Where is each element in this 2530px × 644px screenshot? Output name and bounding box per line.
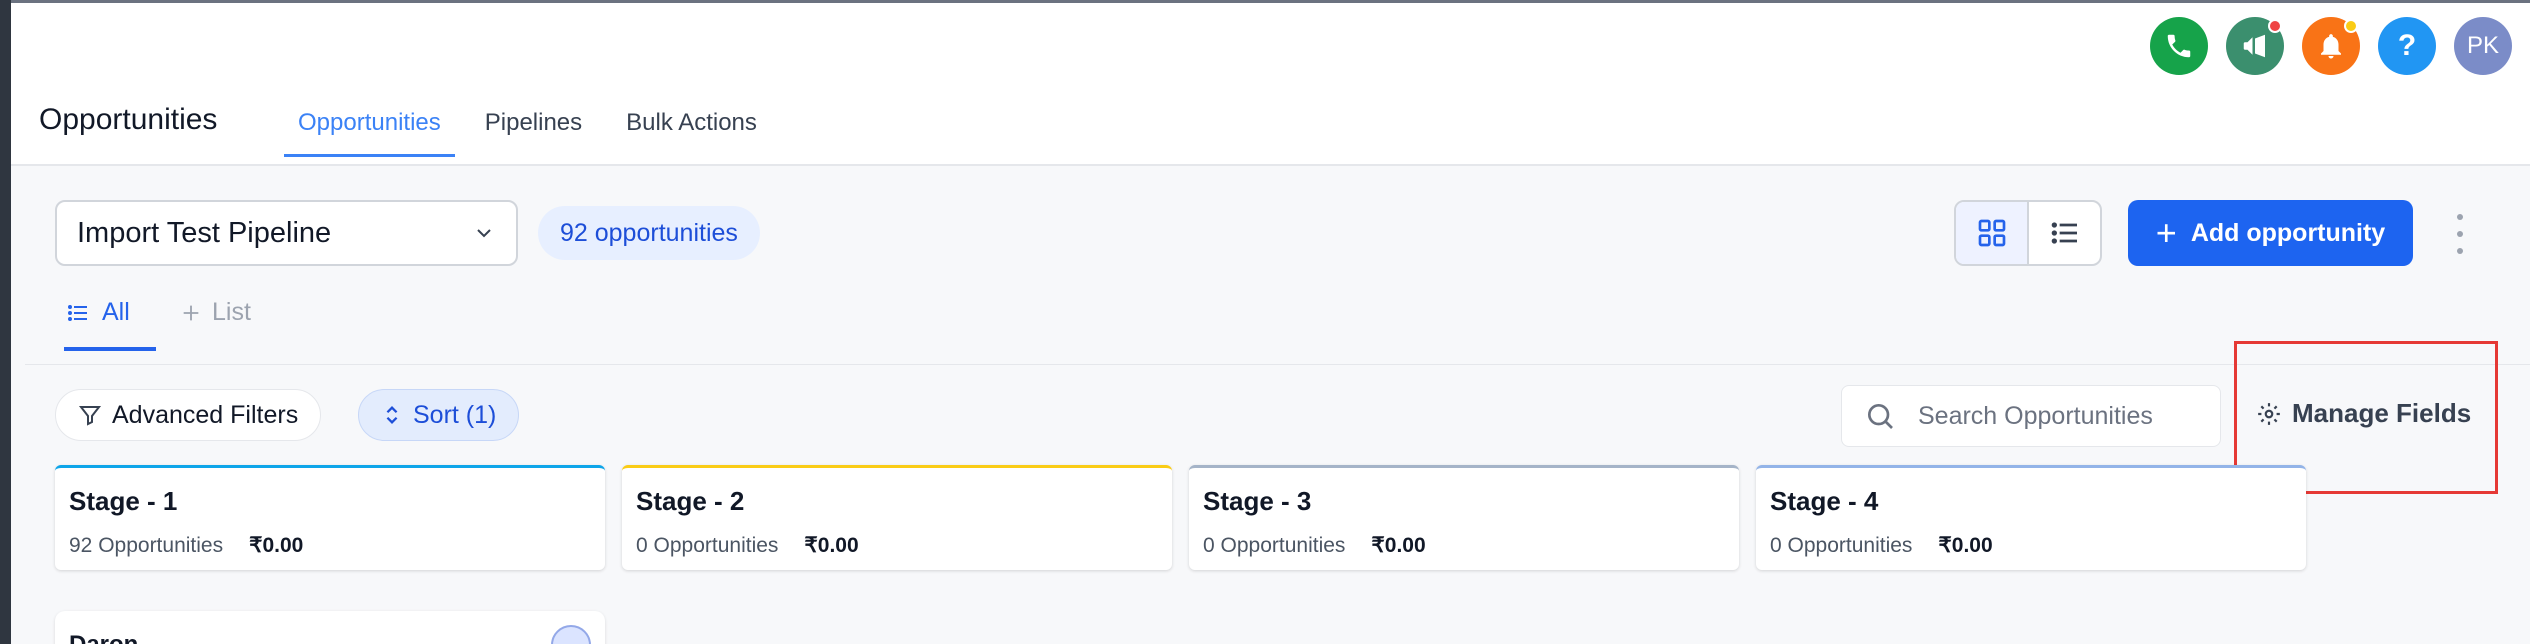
- top-right-icons: ? PK: [2150, 17, 2512, 75]
- stage-amount: ₹0.00: [1371, 534, 1426, 557]
- stage-column-header: Stage - 1 92 Opportunities ₹0.00: [55, 465, 605, 570]
- left-sidebar-rail: [0, 0, 11, 644]
- help-icon[interactable]: ?: [2378, 17, 2436, 75]
- stage-column-header: Stage - 2 0 Opportunities ₹0.00: [622, 465, 1172, 570]
- stage-count: 0 Opportunities: [1203, 533, 1346, 557]
- stage-name: Stage - 1: [69, 486, 178, 516]
- help-glyph: ?: [2397, 29, 2417, 62]
- view-subtabs: All List: [64, 290, 251, 351]
- stage-column-header: Stage - 4 0 Opportunities ₹0.00: [1756, 465, 2306, 570]
- sort-label: Sort (1): [413, 400, 497, 429]
- bell-icon[interactable]: [2302, 17, 2360, 75]
- opportunity-card[interactable]: Daron: [55, 611, 605, 644]
- subtab-all-label: All: [102, 298, 130, 326]
- opportunity-card-title: Daron: [69, 631, 591, 644]
- avatar-initials: PK: [2466, 32, 2499, 59]
- pipeline-select-value: Import Test Pipeline: [77, 216, 332, 249]
- notification-dot: [2268, 19, 2282, 33]
- nav-tabs: Opportunities Pipelines Bulk Actions: [284, 95, 787, 157]
- stage-amount: ₹0.00: [804, 534, 859, 557]
- avatar[interactable]: [551, 625, 591, 644]
- phone-icon[interactable]: [2150, 17, 2208, 75]
- stage-amount: ₹0.00: [1938, 534, 1993, 557]
- filter-icon: [78, 406, 102, 426]
- stage-count: 0 Opportunities: [1770, 533, 1913, 557]
- avatar[interactable]: PK: [2454, 17, 2512, 75]
- notification-dot: [2344, 19, 2358, 33]
- search-box: [1841, 385, 2221, 447]
- stage-count: 92 Opportunities: [69, 533, 224, 557]
- add-opportunity-button[interactable]: + Add opportunity: [2128, 200, 2413, 266]
- divider: [25, 364, 2530, 365]
- subtab-list-label: List: [212, 298, 251, 326]
- page-header: ? PK Opportunities Opportunities Pipelin…: [11, 3, 2530, 166]
- more-options-icon[interactable]: [2448, 214, 2472, 254]
- list-icon: [68, 304, 87, 321]
- stage-name: Stage - 2: [636, 486, 745, 516]
- subtab-all[interactable]: All: [64, 290, 156, 351]
- advanced-filters-label: Advanced Filters: [112, 400, 299, 429]
- list-view-button[interactable]: [2029, 202, 2100, 264]
- sort-button[interactable]: Sort (1): [358, 389, 520, 441]
- stage-column-header: Stage - 3 0 Opportunities ₹0.00: [1189, 465, 1739, 570]
- tab-opportunities[interactable]: Opportunities: [284, 95, 455, 157]
- megaphone-icon[interactable]: [2226, 17, 2284, 75]
- chevron-down-icon: [477, 229, 491, 238]
- stage-name: Stage - 4: [1770, 486, 1879, 516]
- stage-name: Stage - 3: [1203, 486, 1312, 516]
- search-icon: [1868, 404, 1893, 429]
- list-icon: [2051, 222, 2077, 244]
- opportunity-count-badge: 92 opportunities: [538, 206, 760, 260]
- sort-icon: [386, 406, 398, 424]
- board-view-button[interactable]: [1956, 202, 2029, 264]
- subtab-add-list[interactable]: List: [156, 290, 251, 351]
- plus-icon: [183, 305, 199, 320]
- pipeline-select[interactable]: Import Test Pipeline: [55, 200, 518, 266]
- page-title: Opportunities: [39, 103, 218, 136]
- tab-pipelines[interactable]: Pipelines: [471, 95, 596, 157]
- view-toggle: [1954, 200, 2102, 266]
- plus-icon: +: [2155, 212, 2177, 253]
- search-input[interactable]: [1918, 401, 2198, 431]
- grid-icon: [1978, 219, 2005, 247]
- stage-count: 0 Opportunities: [636, 533, 779, 557]
- advanced-filters-button[interactable]: Advanced Filters: [55, 389, 322, 441]
- add-opportunity-label: Add opportunity: [2190, 218, 2386, 247]
- stage-amount: ₹0.00: [249, 534, 304, 557]
- tab-bulk-actions[interactable]: Bulk Actions: [612, 95, 771, 157]
